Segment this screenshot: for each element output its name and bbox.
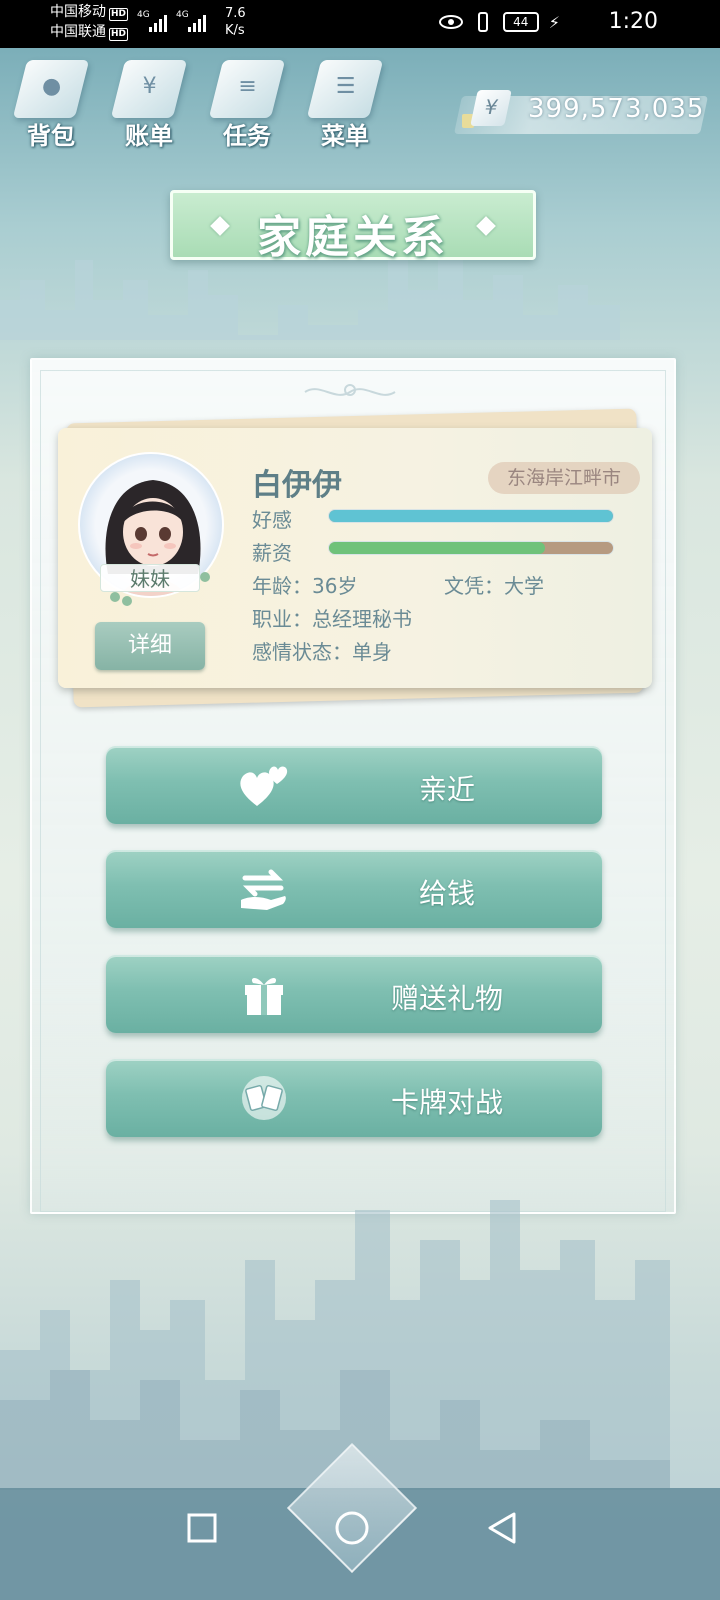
leaf-icon <box>200 572 210 582</box>
eye-comfort-icon <box>438 15 463 29</box>
carrier-2: 中国联通 HD <box>50 24 129 41</box>
network-speed: 7.6 K/s <box>225 6 246 38</box>
menu-icon: ☰ <box>306 60 384 118</box>
menu-menu[interactable]: ☰ 菜单 <box>300 56 390 152</box>
action-gift-label: 赠送礼物 <box>390 982 503 1015</box>
action-approach-label: 亲近 <box>418 773 475 806</box>
leaf-icon <box>110 592 120 602</box>
give-money-icon <box>234 864 294 914</box>
status-bar: 中国移动 HD 中国联通 HD 4G 4G 7.6 K/s 44 ⚡ 1:20 <box>0 0 720 48</box>
action-gift-button[interactable]: 赠送礼物 <box>106 955 602 1033</box>
action-give-money-button[interactable]: 给钱 <box>106 850 602 928</box>
favor-bar <box>328 509 614 523</box>
money-value: 399,573,035 <box>528 94 705 124</box>
menu-menu-label: 菜单 <box>321 122 369 150</box>
city-skyline-bottom <box>0 1200 670 1490</box>
relationship-info: 感情状态：单身 <box>252 640 392 664</box>
salary-label: 薪资 <box>252 541 292 565</box>
city-badge: 东海岸江畔市 <box>488 462 640 494</box>
clock: 1:20 <box>608 9 658 34</box>
signal-icon <box>149 12 167 32</box>
recent-apps-button[interactable] <box>182 1508 222 1548</box>
education-info: 文凭：大学 <box>444 574 544 598</box>
menu-task-label: 任务 <box>223 122 271 150</box>
job-info: 职业：总经理秘书 <box>252 607 412 631</box>
page-title-banner: 家庭关系 <box>170 190 536 263</box>
bag-icon: ● <box>12 60 90 118</box>
task-icon: ≡ <box>208 60 286 118</box>
menu-bill-label: 账单 <box>125 122 173 150</box>
character-name: 白伊伊 <box>252 468 342 503</box>
age-info: 年龄：36岁 <box>252 574 358 598</box>
vibrate-icon <box>473 11 493 33</box>
carrier-1: 中国移动 HD <box>50 4 129 21</box>
leaf-icon <box>122 596 132 606</box>
menu-task[interactable]: ≡ 任务 <box>202 56 292 152</box>
back-button[interactable] <box>482 1508 522 1548</box>
favor-bar-fill <box>329 510 613 522</box>
action-approach-button[interactable]: 亲近 <box>106 746 602 824</box>
signal-icon <box>188 12 206 32</box>
menu-bag-label: 背包 <box>27 122 75 150</box>
hearts-icon <box>234 760 294 810</box>
charging-icon: ⚡ <box>548 12 560 32</box>
top-menu: ● 背包 ¥ 账单 ≡ 任务 ☰ 菜单 ¥ 399,573,035 <box>0 50 720 160</box>
salary-bar <box>328 541 614 555</box>
menu-bag[interactable]: ● 背包 <box>6 56 96 152</box>
action-card-battle-label: 卡牌对战 <box>390 1086 503 1119</box>
action-card-battle-button[interactable]: 卡牌对战 <box>106 1059 602 1137</box>
circle-icon <box>335 1511 369 1545</box>
favor-label: 好感 <box>252 508 292 532</box>
network-type-2: 4G <box>176 10 189 20</box>
home-button[interactable] <box>332 1508 372 1548</box>
battery-icon: 44 <box>502 12 539 32</box>
gift-icon <box>234 969 294 1019</box>
relation-label: 妹妹 <box>100 564 200 592</box>
salary-bar-fill <box>329 542 545 554</box>
bill-icon: ¥ <box>110 60 188 118</box>
page-title: 家庭关系 <box>257 212 449 263</box>
detail-button[interactable]: 详细 <box>95 622 205 670</box>
square-icon <box>187 1513 217 1543</box>
network-type-1: 4G <box>137 10 150 20</box>
triangle-back-icon <box>488 1512 516 1544</box>
menu-bill[interactable]: ¥ 账单 <box>104 56 194 152</box>
ornament-icon <box>304 384 396 396</box>
card-battle-icon <box>234 1073 294 1123</box>
action-give-money-label: 给钱 <box>418 877 475 910</box>
